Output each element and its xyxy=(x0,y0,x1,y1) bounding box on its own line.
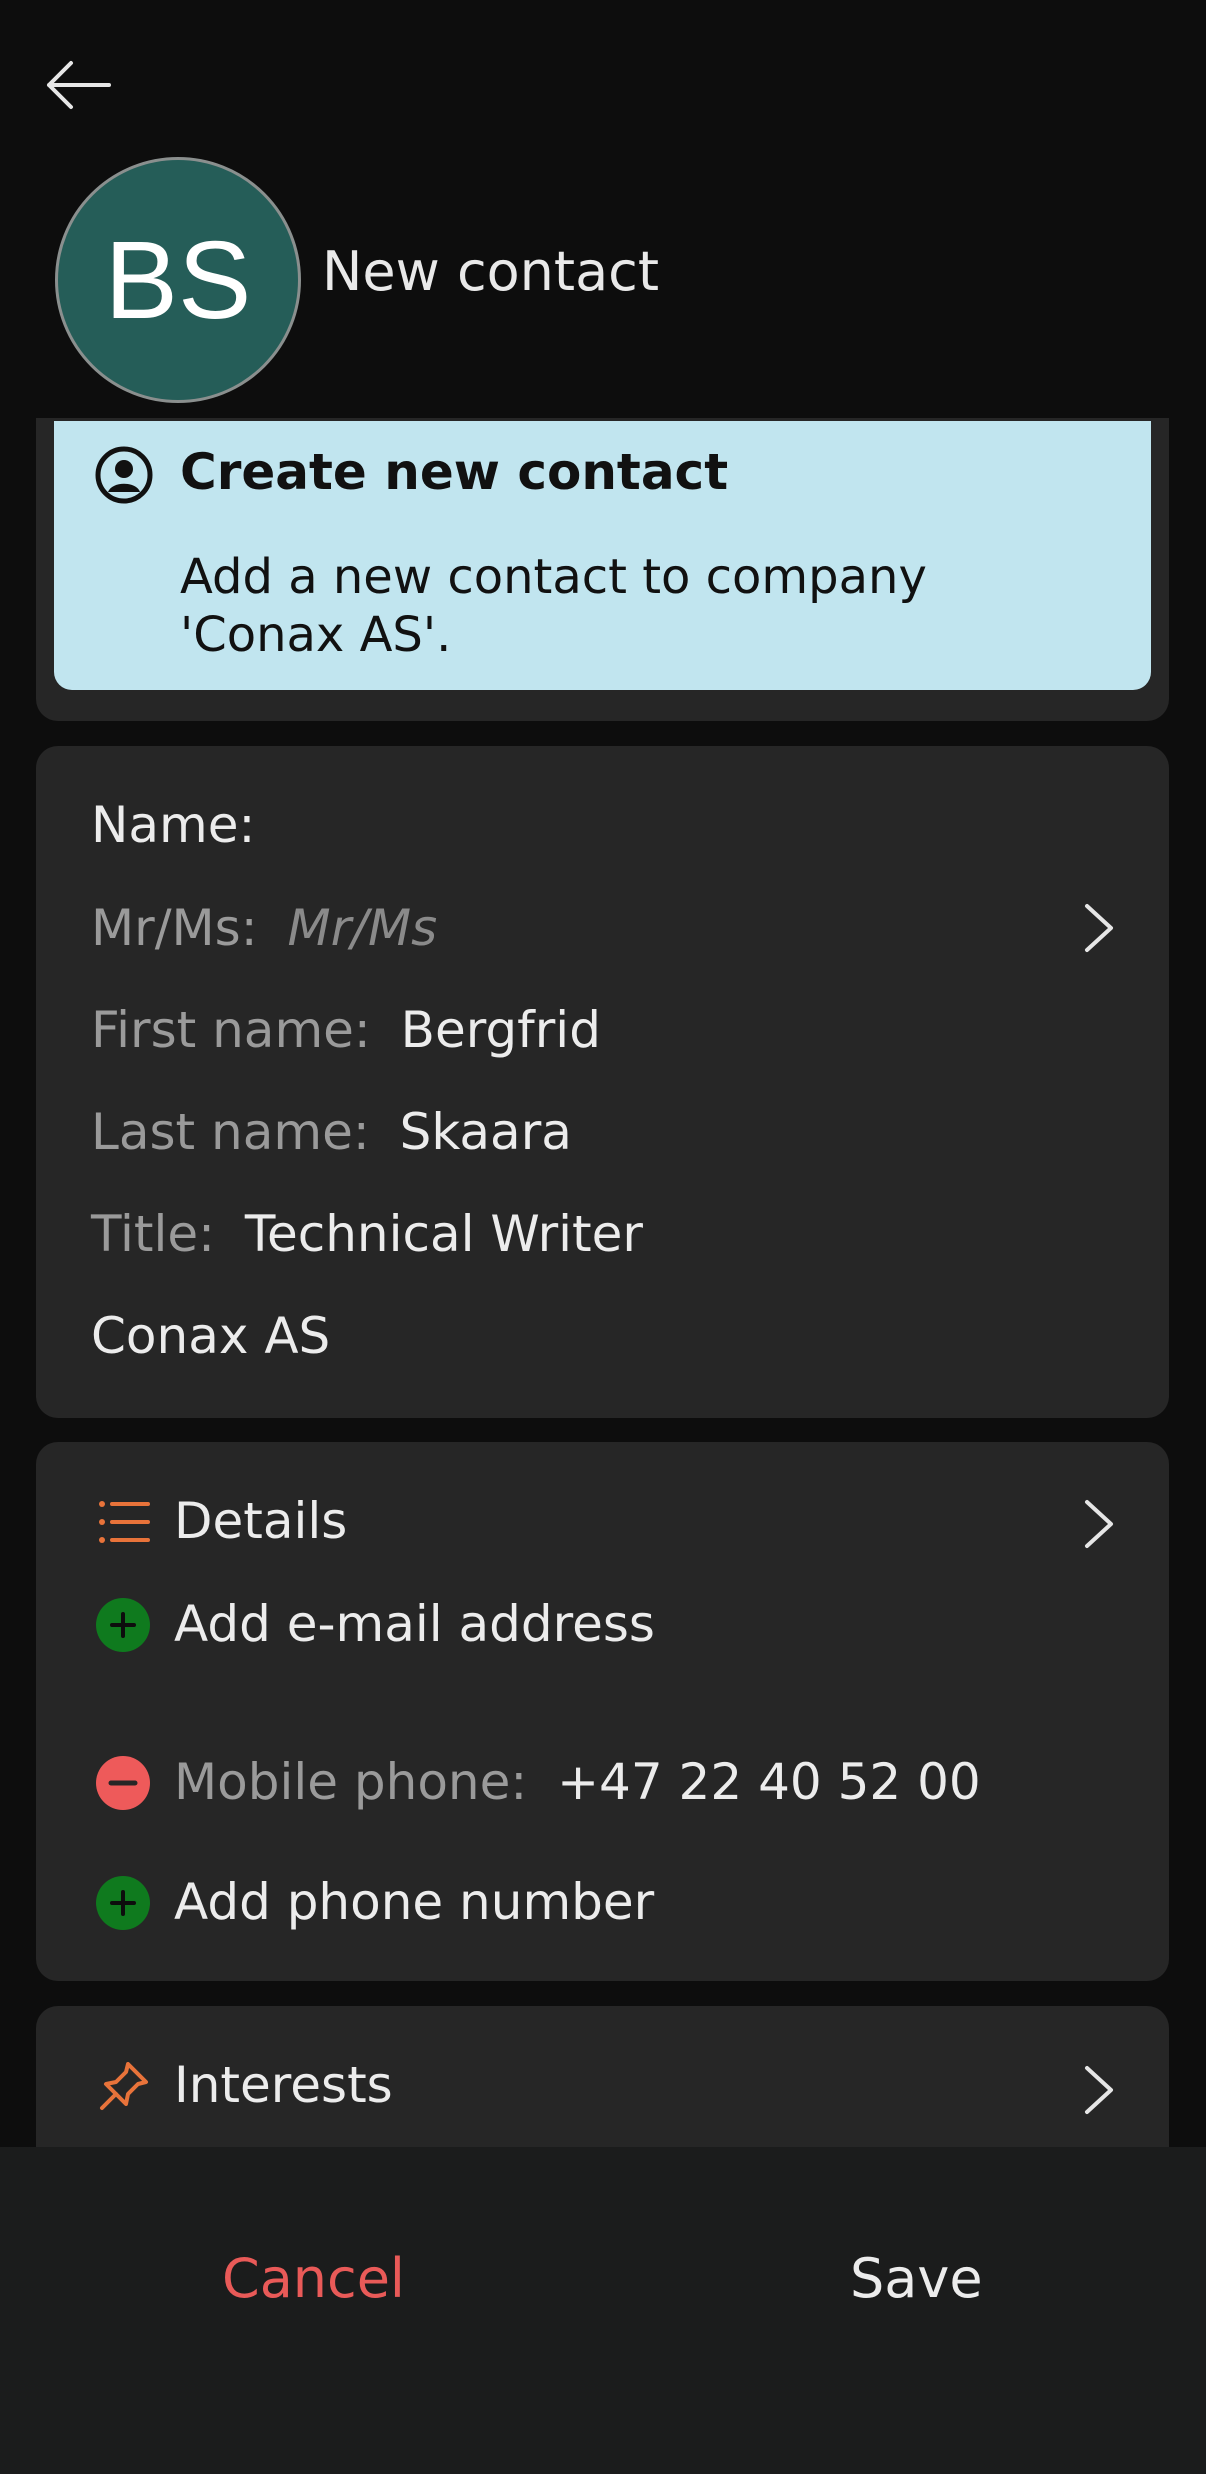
title-field[interactable]: Title: Technical Writer xyxy=(91,1205,643,1263)
info-box: Create new contact Add a new contact to … xyxy=(54,421,1151,690)
mobile-phone-label: Mobile phone: xyxy=(174,1753,528,1811)
title-label: Title: xyxy=(91,1205,215,1263)
mobile-phone-value: +47 22 40 52 00 xyxy=(557,1753,981,1811)
footer-bar: Cancel Save xyxy=(0,2147,1206,2474)
add-phone-button[interactable] xyxy=(96,1876,150,1930)
save-button[interactable]: Save xyxy=(850,2247,983,2310)
remove-phone-button[interactable] xyxy=(96,1756,150,1810)
chevron-right-icon[interactable] xyxy=(1079,902,1119,954)
add-phone-text: Add phone number xyxy=(174,1873,655,1931)
pin-icon xyxy=(100,2062,148,2110)
page-title: New contact xyxy=(322,240,660,303)
last-name-label: Last name: xyxy=(91,1103,370,1161)
salutation-field[interactable]: Mr/Ms: Mr/Ms xyxy=(91,899,1121,957)
add-email-text: Add e-mail address xyxy=(174,1595,655,1653)
back-button[interactable] xyxy=(38,50,118,120)
details-heading[interactable]: Details xyxy=(174,1492,347,1550)
info-panel: Create new contact Add a new contact to … xyxy=(36,418,1169,721)
company-name: Conax AS xyxy=(91,1307,331,1365)
header: BS New contact xyxy=(0,0,1206,423)
salutation-label: Mr/Ms: xyxy=(91,899,258,957)
avatar[interactable]: BS xyxy=(55,157,301,403)
info-description: Add a new contact to company 'Conax AS'. xyxy=(180,549,927,663)
company-field[interactable]: Conax AS xyxy=(91,1307,330,1365)
cancel-button[interactable]: Cancel xyxy=(222,2247,405,2310)
list-icon xyxy=(99,1501,150,1543)
first-name-field[interactable]: First name: Bergfrid xyxy=(91,1001,601,1059)
name-heading-label: Name: xyxy=(91,796,256,854)
name-panel: Name: Mr/Ms: Mr/Ms First name: Bergfrid … xyxy=(36,746,1169,1418)
mobile-phone-field[interactable]: Mobile phone: +47 22 40 52 00 xyxy=(174,1753,981,1811)
add-email-label[interactable]: Add e-mail address xyxy=(174,1595,655,1653)
plus-icon xyxy=(110,1890,136,1916)
name-heading: Name: xyxy=(91,796,255,854)
add-phone-label[interactable]: Add phone number xyxy=(174,1873,654,1931)
chevron-right-icon[interactable] xyxy=(1079,1498,1119,1550)
plus-icon xyxy=(110,1612,136,1638)
last-name-field[interactable]: Last name: Skaara xyxy=(91,1103,572,1161)
details-heading-label: Details xyxy=(174,1492,348,1550)
details-panel: Details Add e-mail address Mobile phone:… xyxy=(36,1442,1169,1981)
chevron-right-icon[interactable] xyxy=(1079,2064,1119,2116)
arrow-left-icon xyxy=(47,61,111,109)
interests-heading[interactable]: Interests xyxy=(174,2056,393,2114)
title-value: Technical Writer xyxy=(244,1205,643,1263)
person-circle-icon xyxy=(95,446,153,504)
info-title: Create new contact xyxy=(180,443,729,501)
add-email-button[interactable] xyxy=(96,1598,150,1652)
minus-icon xyxy=(108,1780,138,1786)
last-name-value: Skaara xyxy=(399,1103,572,1161)
first-name-value: Bergfrid xyxy=(400,1001,601,1059)
salutation-placeholder: Mr/Ms xyxy=(287,899,438,957)
first-name-label: First name: xyxy=(91,1001,371,1059)
interests-heading-label: Interests xyxy=(174,2056,393,2114)
